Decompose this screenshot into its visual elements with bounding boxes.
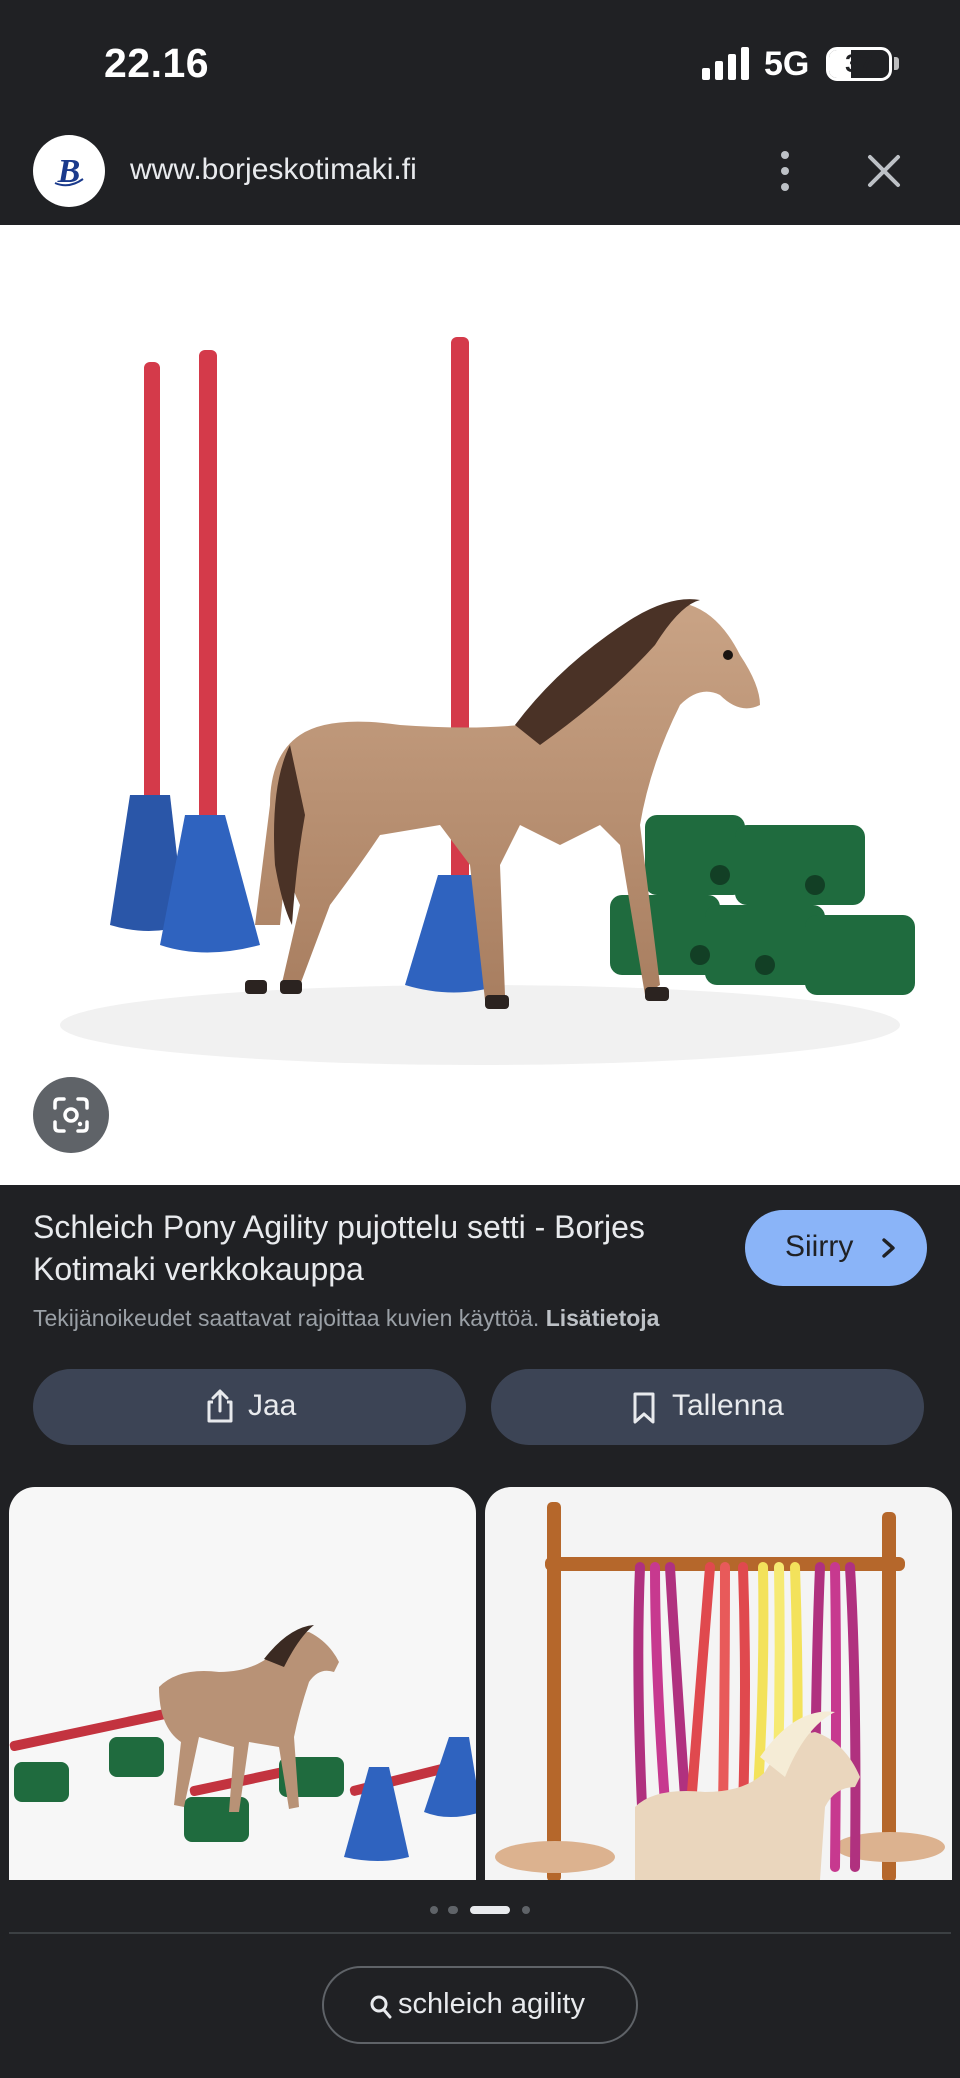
related-image-card[interactable]: [485, 1487, 952, 1880]
search-icon: [370, 1995, 392, 2019]
share-button[interactable]: Jaa: [33, 1369, 466, 1445]
battery-tip: [894, 57, 899, 70]
result-title[interactable]: Schleich Pony Agility pujottelu setti - …: [33, 1206, 673, 1290]
pony-agility-set-image: [60, 337, 915, 1065]
save-button[interactable]: Tallenna: [491, 1369, 924, 1445]
more-vert-icon: [781, 151, 789, 159]
lens-search-button[interactable]: [33, 1077, 109, 1153]
share-icon: [207, 1389, 233, 1423]
close-icon: [868, 155, 900, 187]
save-label: Tallenna: [672, 1389, 784, 1422]
copyright-notice: Tekijänoikeudet saattavat rajoittaa kuvi…: [33, 1305, 659, 1332]
site-url[interactable]: www.borjeskotimaki.fi: [130, 153, 417, 187]
pony-curtain-image: [495, 1502, 945, 1880]
site-header: B www.borjeskotimaki.fi: [0, 125, 960, 225]
product-image[interactable]: [0, 225, 960, 1185]
battery-percentage: 37: [845, 50, 873, 78]
more-info-link[interactable]: Lisätietoja: [546, 1305, 660, 1331]
cellular-signal-icon: [702, 47, 750, 80]
status-bar: 22.16 5G 37: [0, 0, 960, 125]
close-button[interactable]: [862, 149, 906, 193]
more-options-button[interactable]: [764, 147, 806, 195]
search-query-label: schleich agility: [398, 1988, 585, 2020]
visit-label: Siirry: [785, 1230, 854, 1263]
site-favicon: B: [33, 135, 105, 207]
share-label: Jaa: [248, 1389, 297, 1422]
pony-agility-obstacles-image: [9, 1625, 476, 1861]
battery-icon: 37: [826, 47, 892, 81]
chevron-right-icon: [882, 1238, 895, 1258]
status-time: 22.16: [104, 40, 210, 86]
google-lens-icon: [53, 1097, 89, 1133]
copyright-text: Tekijänoikeudet saattavat rajoittaa kuvi…: [33, 1305, 540, 1331]
related-image-card[interactable]: [9, 1487, 476, 1880]
related-pager: [430, 1902, 530, 1918]
bookmark-icon: [633, 1392, 655, 1424]
visit-button[interactable]: Siirry: [745, 1210, 927, 1286]
network-type: 5G: [764, 45, 810, 83]
search-query-button[interactable]: schleich agility: [322, 1966, 638, 2044]
divider: [9, 1932, 951, 1934]
